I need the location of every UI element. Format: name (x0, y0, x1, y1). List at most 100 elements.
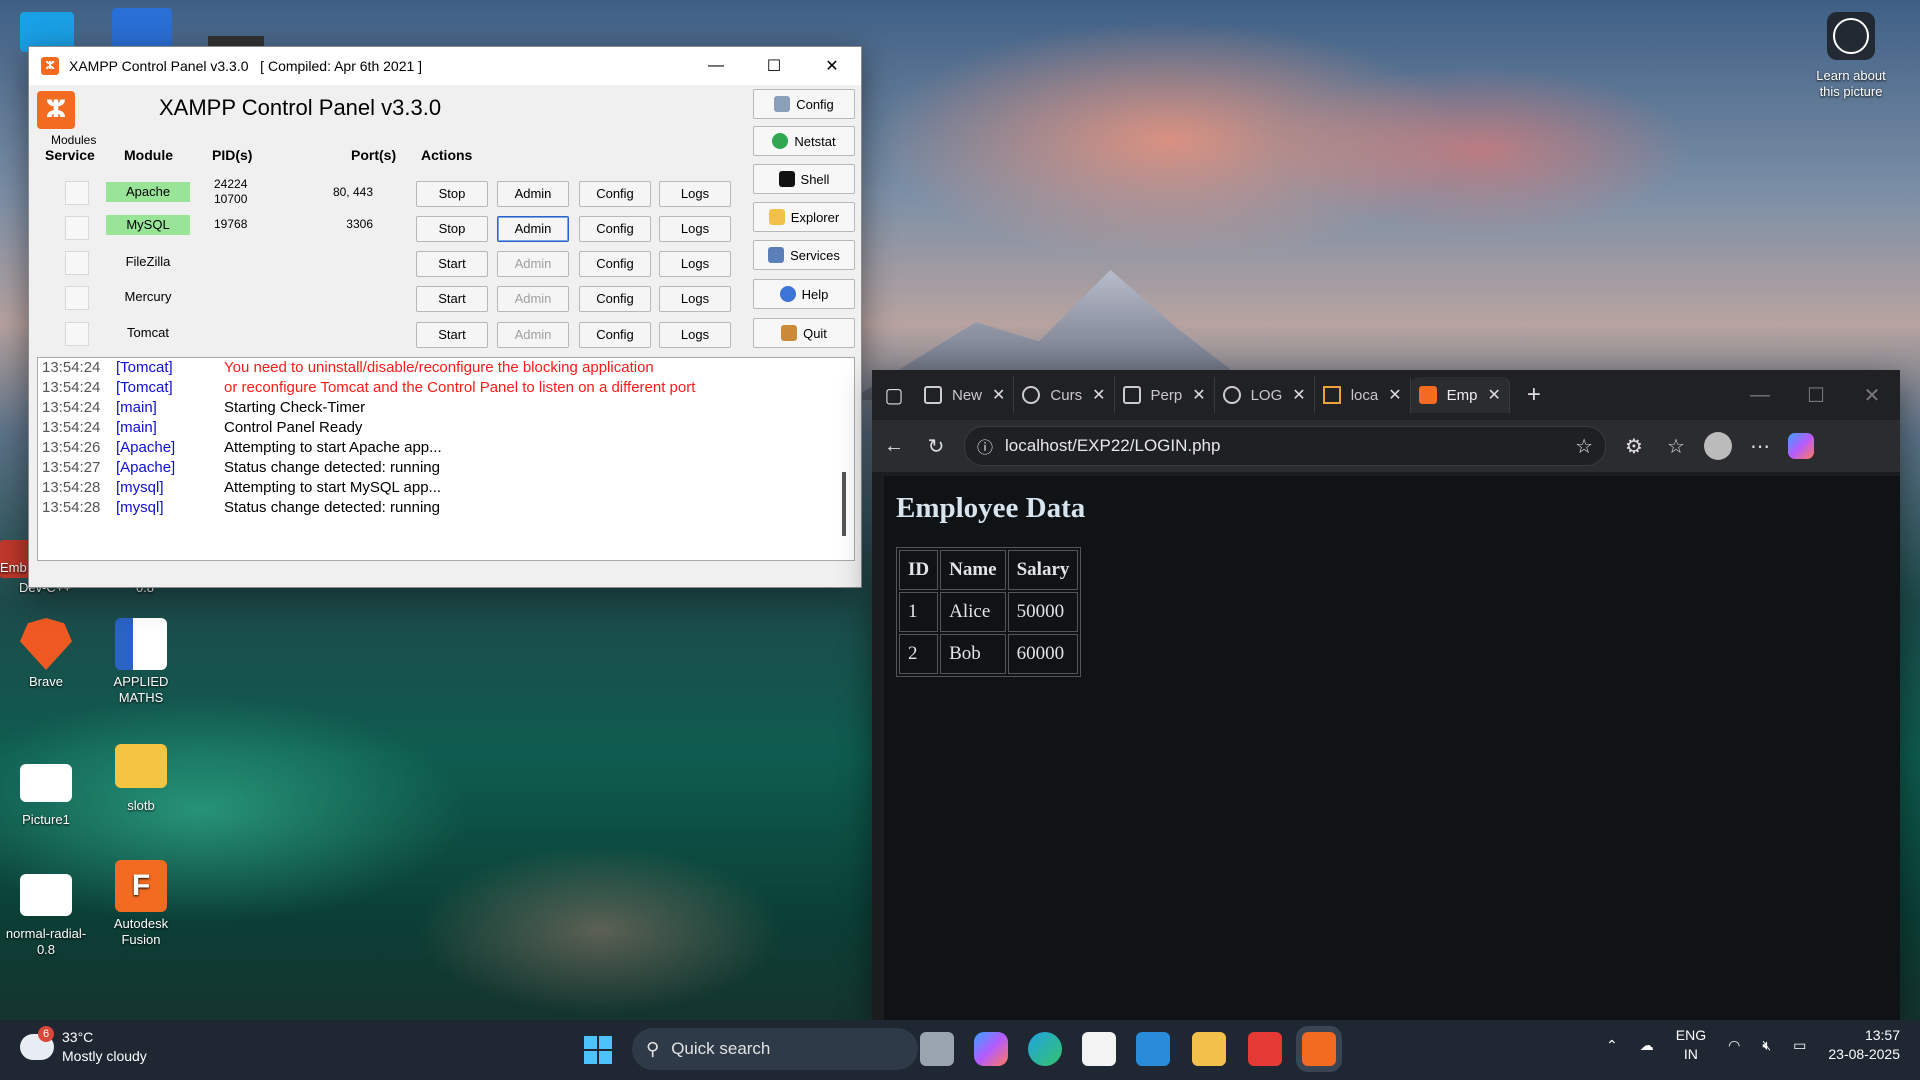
desktop-icon-picture1[interactable]: Picture1 (1, 756, 91, 828)
maximize-button[interactable]: ☐ (745, 47, 803, 85)
learn-about-picture[interactable]: Learn about this picture (1806, 12, 1896, 100)
xampp-big-logo-icon: ⵣ (37, 91, 75, 129)
admin-button[interactable]: Admin (497, 216, 569, 242)
extensions-icon[interactable]: ⚙ (1620, 434, 1648, 459)
favorite-star-icon[interactable]: ☆ (1575, 434, 1593, 459)
start-button[interactable]: Start (416, 251, 488, 277)
quit-button[interactable]: Quit (753, 318, 855, 348)
shell-button[interactable]: Shell (753, 164, 855, 194)
desktop-icon-autodesk-fusion[interactable]: F Autodesk Fusion (96, 860, 186, 948)
logs-button[interactable]: Logs (659, 216, 731, 242)
service-checkbox[interactable] (65, 181, 89, 205)
header-service: Service (45, 147, 95, 163)
tab-log[interactable]: LOG ✕ (1215, 377, 1315, 413)
service-checkbox[interactable] (65, 216, 89, 240)
more-options-icon[interactable]: ⋯ (1746, 434, 1774, 459)
close-tab-icon[interactable]: ✕ (992, 385, 1005, 405)
onedrive-icon[interactable]: ☁ (1640, 1037, 1654, 1054)
refresh-icon[interactable]: ↻ (922, 434, 950, 459)
close-button[interactable]: ✕ (1844, 383, 1900, 408)
copilot-taskbar-icon[interactable] (974, 1032, 1008, 1066)
show-hidden-icon[interactable]: ⌃ (1606, 1037, 1618, 1054)
vscode-icon[interactable] (1136, 1032, 1170, 1066)
tab-emp[interactable]: Emp ✕ (1410, 377, 1510, 413)
stop-button[interactable]: Stop (416, 181, 488, 207)
config-button[interactable]: Config (579, 286, 651, 312)
tab-curs[interactable]: Curs ✕ (1014, 377, 1115, 413)
services-button[interactable]: Services (753, 240, 855, 270)
back-icon[interactable]: ← (880, 435, 908, 458)
column-header: Name (940, 550, 1006, 590)
port-value: 3306 (346, 217, 373, 231)
tab-loca[interactable]: loca ✕ (1315, 377, 1411, 413)
weather-widget[interactable]: 6 33°C Mostly cloudy (20, 1026, 147, 1066)
module-row-mercury: Mercury Start Admin Config Logs (29, 282, 749, 312)
logs-button[interactable]: Logs (659, 322, 731, 348)
desktop-icon-applied-maths[interactable]: APPLIED MATHS (96, 618, 186, 706)
tab-actions-icon[interactable]: ▢ (880, 383, 908, 408)
config-button[interactable]: Config (579, 322, 651, 348)
file-explorer-icon[interactable] (1192, 1032, 1226, 1066)
desktop-icon-partial-top2[interactable] (112, 8, 172, 50)
minimize-button[interactable]: — (1732, 384, 1788, 407)
copilot-icon[interactable] (1788, 433, 1814, 459)
desktop-icon-normal-radial[interactable]: normal-radial-0.8 (1, 874, 91, 958)
logs-button[interactable]: Logs (659, 181, 731, 207)
battery-icon[interactable]: ▭ (1793, 1037, 1806, 1054)
volume-muted-icon[interactable]: 🔇︎ (1762, 1037, 1771, 1054)
config-side-button[interactable]: Config (753, 89, 855, 119)
desktop-icon-slotb[interactable]: slotb (96, 744, 186, 814)
wifi-icon[interactable]: ◠ (1728, 1037, 1740, 1054)
explorer-button[interactable]: Explorer (753, 202, 855, 232)
close-tab-icon[interactable]: ✕ (1192, 385, 1205, 405)
config-button[interactable]: Config (579, 216, 651, 242)
stop-button[interactable]: Stop (416, 216, 488, 242)
log-panel[interactable]: 13:54:24 [Tomcat] You need to uninstall/di… (37, 357, 855, 561)
close-tab-icon[interactable]: ✕ (1292, 385, 1305, 405)
close-tab-icon[interactable]: ✕ (1388, 385, 1401, 405)
xampp-titlebar[interactable]: ⵣ XAMPP Control Panel v3.3.0 [ Compiled:… (29, 47, 861, 85)
xampp-heading: XAMPP Control Panel v3.3.0 (159, 95, 442, 120)
xampp-taskbar-icon[interactable] (1302, 1032, 1336, 1066)
tab-new[interactable]: New ✕ (916, 377, 1015, 413)
start-button[interactable]: Start (416, 322, 488, 348)
language-indicator[interactable]: ENG IN (1676, 1026, 1706, 1064)
store-icon[interactable] (1082, 1032, 1116, 1066)
info-icon[interactable]: ⓘ (977, 434, 993, 458)
admin-button[interactable]: Admin (497, 181, 569, 207)
profile-avatar[interactable] (1704, 432, 1732, 460)
log-scrollbar[interactable] (842, 472, 846, 536)
terminal-icon (778, 171, 795, 187)
door-icon (781, 325, 798, 341)
maximize-button[interactable]: ☐ (1788, 383, 1844, 408)
desktop-icon-brave[interactable]: Brave (1, 618, 91, 690)
column-header: ID (899, 550, 939, 590)
task-view-icon[interactable] (920, 1032, 954, 1066)
admin-button: Admin (497, 322, 569, 348)
close-tab-icon[interactable]: ✕ (1092, 385, 1105, 405)
logs-button[interactable]: Logs (659, 251, 731, 277)
config-button[interactable]: Config (579, 251, 651, 277)
address-bar[interactable]: ⓘ localhost/EXP22/LOGIN.php ☆ (964, 426, 1606, 466)
clock[interactable]: 13:57 23-08-2025 (1828, 1026, 1900, 1064)
start-button[interactable]: Start (416, 286, 488, 312)
taskbar-search[interactable]: ⚲ Quick search (632, 1028, 918, 1070)
edge-icon[interactable] (1028, 1032, 1062, 1066)
service-checkbox[interactable] (65, 251, 89, 275)
netstat-button[interactable]: Netstat (753, 126, 855, 156)
service-checkbox[interactable] (65, 322, 89, 346)
help-button[interactable]: Help (753, 279, 855, 309)
close-tab-icon[interactable]: ✕ (1487, 385, 1500, 405)
minimize-button[interactable]: — (687, 47, 745, 85)
close-button[interactable]: ✕ (803, 47, 861, 85)
start-button[interactable] (584, 1036, 612, 1064)
weather-text: Mostly cloudy (62, 1048, 147, 1064)
new-tab-icon[interactable]: + (1520, 381, 1548, 409)
globe-icon (1222, 386, 1241, 404)
favorites-icon[interactable]: ☆ (1662, 434, 1690, 459)
tab-perp[interactable]: Perp ✕ (1115, 377, 1215, 413)
config-button[interactable]: Config (579, 181, 651, 207)
logs-button[interactable]: Logs (659, 286, 731, 312)
service-checkbox[interactable] (65, 286, 89, 310)
wps-icon[interactable] (1248, 1032, 1282, 1066)
